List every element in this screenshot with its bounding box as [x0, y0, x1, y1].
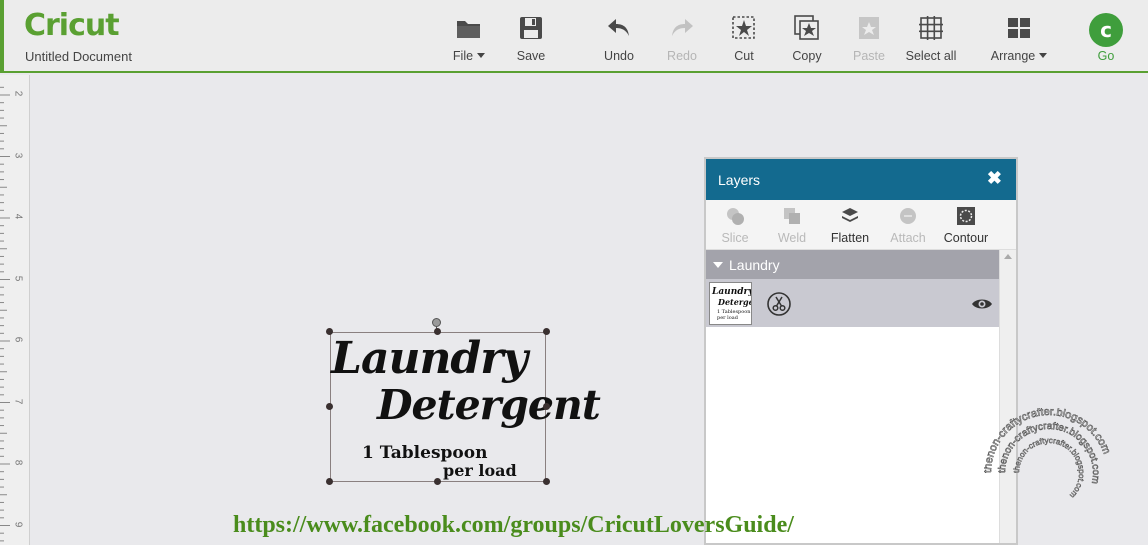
scroll-up-arrow[interactable]: [1004, 254, 1012, 259]
save-label: Save: [516, 49, 546, 63]
resize-handle-bottom-right[interactable]: [543, 478, 550, 485]
redo-icon: [672, 19, 693, 36]
ruler-number: 8: [12, 459, 24, 466]
contour-icon: [957, 207, 975, 225]
ruler-ticks: [0, 86, 10, 542]
resize-handle-left[interactable]: [326, 403, 333, 410]
design-text-laundry: Laundry: [331, 333, 528, 384]
chevron-down-icon: [477, 53, 486, 58]
resize-handle-bottom[interactable]: [434, 478, 441, 485]
arrange-icon: [1008, 18, 1030, 38]
thumb-text-3: 1 Tablespoon per load: [717, 309, 751, 321]
attach-label: Attach: [890, 231, 926, 245]
design-text-per-load: per load: [443, 461, 517, 480]
file-label: File: [452, 49, 474, 63]
scissors-cut-icon[interactable]: [766, 291, 792, 317]
layers-panel: Layers ✖ Slice Weld Flatten Attach Conto…: [704, 157, 1018, 545]
thumb-text-2: Detergent: [718, 297, 751, 307]
weld-icon: [784, 208, 800, 224]
undo-icon: [608, 19, 629, 36]
ruler-number: 6: [12, 336, 24, 343]
arrange-label: Arrange: [990, 49, 1036, 63]
folder-icon: [457, 21, 480, 38]
layers-title: Layers: [718, 172, 761, 188]
attach-button[interactable]: Attach: [879, 206, 937, 245]
ruler-number: 4: [12, 213, 24, 220]
contour-label: Contour: [943, 231, 989, 245]
logo-text: Cricut: [24, 8, 120, 43]
select-all-label: Select all: [905, 49, 957, 63]
contour-button[interactable]: Contour: [937, 206, 995, 245]
ruler-number: 7: [12, 398, 24, 404]
vertical-ruler: 2 3 4 5 6 7 8 9: [0, 75, 30, 545]
paste-button[interactable]: Paste: [834, 14, 904, 70]
select-all-button[interactable]: Select all: [896, 14, 966, 70]
attach-icon: [900, 208, 916, 224]
cut-button[interactable]: Cut: [709, 14, 779, 70]
ruler-number: 5: [12, 275, 24, 281]
flatten-icon: [842, 208, 858, 222]
file-button[interactable]: File: [434, 14, 504, 70]
ruler-number: 2: [12, 90, 24, 97]
paste-icon: [859, 17, 879, 39]
save-button[interactable]: Save: [496, 14, 566, 70]
flatten-button[interactable]: Flatten: [821, 206, 879, 245]
selected-design[interactable]: Laundry Detergent 1 Tablespoon per load: [330, 332, 601, 482]
slice-label: Slice: [721, 231, 749, 245]
ruler-number: 3: [12, 152, 24, 158]
weld-label: Weld: [777, 231, 807, 245]
arrange-button[interactable]: Arrange: [984, 14, 1054, 70]
go-label[interactable]: Go: [1086, 49, 1126, 63]
chevron-down-icon[interactable]: [713, 262, 723, 268]
resize-handle-bottom-left[interactable]: [326, 478, 333, 485]
facebook-group-link[interactable]: https://www.facebook.com/groups/CricutLo…: [233, 512, 794, 539]
layer-thumbnail: Laundry Detergent 1 Tablespoon per load: [709, 282, 752, 325]
design-text-tablespoon: 1 Tablespoon: [362, 443, 488, 463]
top-toolbar: Cricut Untitled Document File Save Undo …: [0, 0, 1148, 73]
layer-group-name: Laundry: [729, 257, 780, 273]
watermark-ring-inner: thenon-craftycrafter.blogspot.com: [1012, 436, 1087, 501]
layer-row[interactable]: Laundry Detergent 1 Tablespoon per load: [706, 279, 999, 327]
redo-button[interactable]: Redo: [647, 14, 717, 70]
ruler-number: 9: [12, 521, 24, 527]
slice-icon: [727, 208, 744, 225]
layer-group-laundry[interactable]: Laundry: [706, 250, 999, 279]
eye-icon[interactable]: [971, 297, 993, 311]
weld-button[interactable]: Weld: [763, 206, 821, 245]
cricut-logo[interactable]: Cricut: [24, 8, 120, 44]
svg-text:thenon-craftycrafter.blogspot.: thenon-craftycrafter.blogspot.com: [1012, 436, 1086, 500]
resize-handle-right[interactable]: [543, 403, 550, 410]
rotate-handle[interactable]: [432, 318, 441, 327]
copy-icon: [794, 15, 819, 40]
blog-watermark-stamp: thenon-craftycrafter.blogspot.com thenon…: [984, 408, 1113, 500]
cut-icon: [732, 16, 755, 39]
resize-handle-top-left[interactable]: [326, 328, 333, 335]
go-button[interactable]: c: [1089, 13, 1123, 47]
undo-label: Undo: [604, 49, 634, 63]
undo-button[interactable]: Undo: [584, 14, 654, 70]
copy-label: Copy: [792, 49, 822, 63]
document-title[interactable]: Untitled Document: [25, 49, 132, 64]
slice-button[interactable]: Slice: [706, 206, 764, 245]
design-text-detergent: Detergent: [377, 381, 601, 429]
cut-label: Cut: [734, 49, 754, 63]
close-icon[interactable]: ✖: [987, 168, 1002, 189]
thumb-text-1: Laundry: [712, 287, 752, 297]
layers-header[interactable]: Layers ✖: [706, 159, 1016, 200]
resize-handle-top-right[interactable]: [543, 328, 550, 335]
chevron-down-icon: [1039, 53, 1048, 58]
cricut-c-icon: c: [1100, 18, 1112, 42]
header-accent-bar: [0, 0, 4, 73]
paste-label: Paste: [853, 49, 885, 63]
select-all-icon: [919, 16, 943, 40]
copy-button[interactable]: Copy: [772, 14, 842, 70]
layers-toolbar: Slice Weld Flatten Attach Contour: [706, 200, 1016, 250]
redo-label: Redo: [667, 49, 697, 63]
flatten-label: Flatten: [830, 231, 870, 245]
resize-handle-top[interactable]: [434, 328, 441, 335]
save-icon: [520, 17, 542, 39]
